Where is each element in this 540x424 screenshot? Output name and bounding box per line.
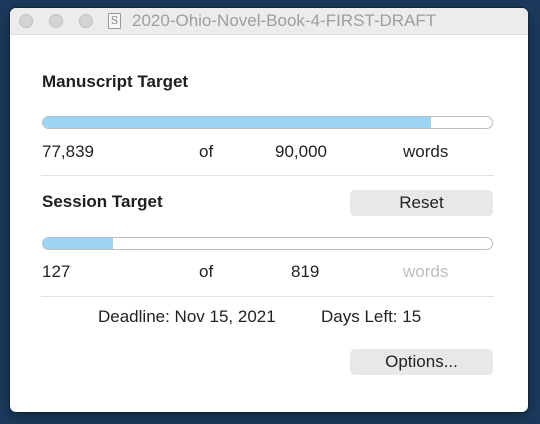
session-current-count: 127 (42, 262, 71, 281)
manuscript-unit-label[interactable]: words (403, 142, 448, 162)
manuscript-current-count: 77,839 (42, 142, 94, 161)
session-target-count[interactable]: 819 (291, 262, 319, 282)
close-window-button[interactable] (19, 14, 33, 28)
reset-button[interactable]: Reset (350, 190, 493, 216)
session-progress-bar (42, 237, 493, 250)
zoom-window-button[interactable] (79, 14, 93, 28)
manuscript-target-count[interactable]: 90,000 (275, 142, 327, 162)
session-progress-fill (43, 238, 113, 249)
session-target-heading: Session Target (42, 192, 163, 211)
minimize-window-button[interactable] (49, 14, 63, 28)
manuscript-progress-bar (42, 116, 493, 129)
divider (41, 175, 494, 176)
session-unit-label[interactable]: words (403, 262, 448, 282)
manuscript-target-heading: Manuscript Target (42, 72, 189, 91)
document-icon: S (108, 13, 121, 29)
title-bar: S 2020-Ohio-Novel-Book-4-FIRST-DRAFT (10, 8, 528, 35)
manuscript-progress-fill (43, 117, 432, 128)
session-of-label: of (199, 262, 214, 281)
deadline-label: Deadline: Nov 15, 2021 (98, 307, 276, 326)
project-targets-window: S 2020-Ohio-Novel-Book-4-FIRST-DRAFT Man… (10, 8, 528, 412)
divider (41, 296, 494, 297)
window-title: 2020-Ohio-Novel-Book-4-FIRST-DRAFT (132, 11, 437, 30)
options-button[interactable]: Options... (350, 349, 493, 375)
days-left-label: Days Left: 15 (321, 307, 422, 326)
manuscript-of-label: of (199, 142, 214, 161)
